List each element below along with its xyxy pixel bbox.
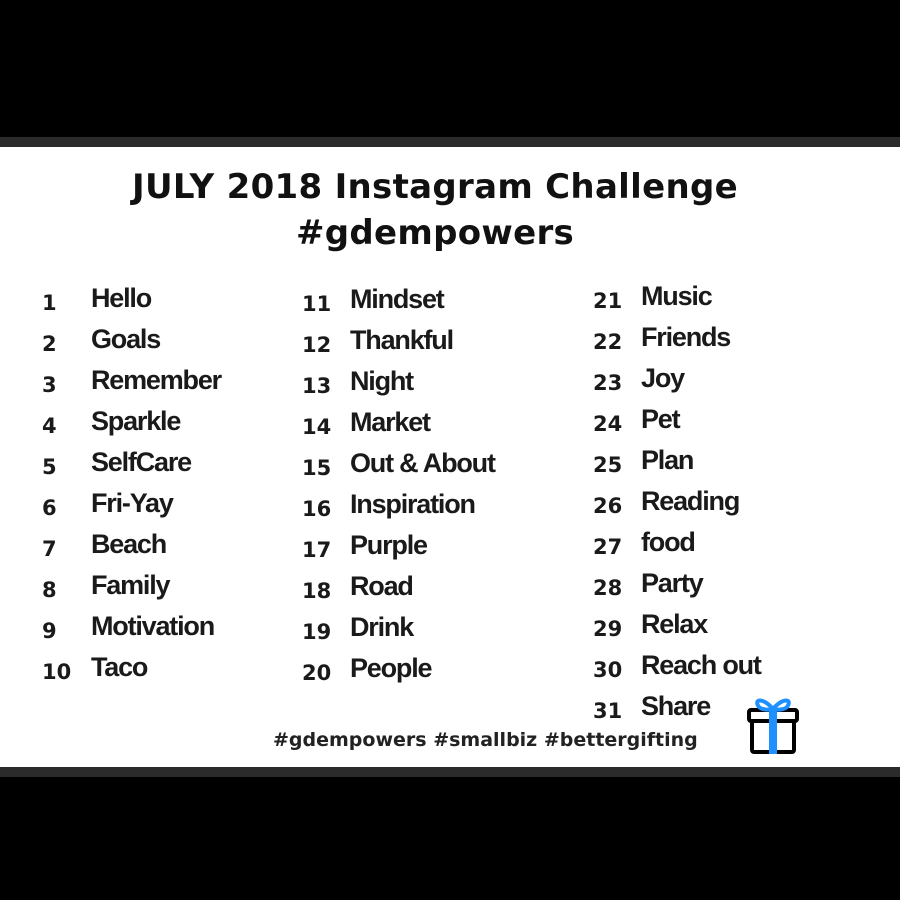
day-prompt: Hello (91, 283, 152, 313)
day-number: 23 (593, 371, 623, 395)
day-prompt: Joy (641, 363, 685, 393)
day-number: 6 (42, 496, 57, 520)
page-title: JULY 2018 Instagram Challenge (132, 167, 738, 207)
day-number: 30 (593, 658, 623, 682)
day-number: 5 (42, 455, 57, 479)
day-number: 12 (302, 333, 332, 357)
day-prompt: Share (641, 691, 711, 721)
day-prompt: People (350, 653, 433, 683)
day-number: 7 (42, 537, 57, 561)
day-number: 29 (593, 617, 623, 641)
day-number: 2 (42, 332, 57, 356)
day-number: 31 (593, 699, 623, 723)
day-prompt: Relax (641, 609, 708, 639)
day-prompt: Night (350, 366, 414, 396)
day-number: 15 (302, 456, 332, 480)
day-prompt: Market (350, 407, 431, 437)
day-number: 14 (302, 415, 332, 439)
top-border-band (0, 137, 900, 147)
day-number: 18 (302, 579, 332, 603)
day-prompt: Beach (91, 529, 167, 559)
day-prompt: Drink (350, 612, 414, 642)
day-number: 25 (593, 453, 623, 477)
day-number: 20 (302, 661, 332, 685)
day-prompt: Plan (641, 445, 694, 475)
day-number: 10 (42, 660, 72, 684)
day-prompt: Sparkle (91, 406, 181, 436)
day-prompt: Purple (350, 530, 428, 560)
page-subtitle-hashtag: #gdempowers (295, 213, 575, 253)
day-prompt: Pet (641, 404, 681, 434)
day-prompt: Goals (91, 324, 161, 354)
day-prompt: Reading (641, 486, 740, 516)
day-prompt: Out & About (350, 448, 496, 478)
day-number: 24 (593, 412, 623, 436)
bottom-border-band (0, 767, 900, 777)
day-prompt: Motivation (91, 611, 215, 641)
poster-frame: JULY 2018 Instagram Challenge #gdempower… (0, 0, 900, 900)
day-number: 28 (593, 576, 623, 600)
day-prompt: Remember (91, 365, 222, 395)
day-prompt: Road (350, 571, 414, 601)
day-prompt: Mindset (350, 284, 445, 314)
day-number: 13 (302, 374, 332, 398)
challenge-card: JULY 2018 Instagram Challenge #gdempower… (0, 147, 900, 767)
day-prompt: SelfCare (91, 447, 192, 477)
gift-icon (747, 698, 799, 754)
day-number: 4 (42, 414, 57, 438)
day-prompt: Inspiration (350, 489, 476, 519)
day-number: 3 (42, 373, 57, 397)
day-number: 8 (42, 578, 57, 602)
day-number: 16 (302, 497, 332, 521)
day-number: 9 (42, 619, 57, 643)
day-prompt: Taco (91, 652, 148, 682)
day-prompt: food (641, 527, 696, 557)
day-prompt: Music (641, 281, 713, 311)
day-number: 26 (593, 494, 623, 518)
day-number: 22 (593, 330, 623, 354)
day-prompt: Reach out (641, 650, 762, 680)
day-number: 17 (302, 538, 332, 562)
day-prompt: Friends (641, 322, 731, 352)
day-prompt: Fri-Yay (91, 488, 174, 518)
day-prompt: Party (641, 568, 704, 598)
day-prompt: Family (91, 570, 171, 600)
day-number: 27 (593, 535, 623, 559)
day-number: 21 (593, 289, 623, 313)
day-prompt: Thankful (350, 325, 454, 355)
day-number: 11 (302, 292, 332, 316)
day-number: 1 (42, 291, 57, 315)
day-number: 19 (302, 620, 332, 644)
footer-hashtags: #gdempowers #smallbiz #bettergifting (273, 729, 698, 751)
